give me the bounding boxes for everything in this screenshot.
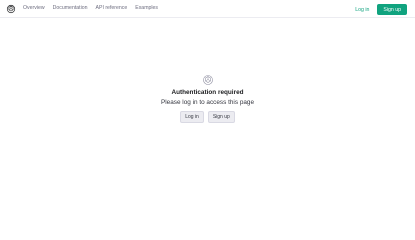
nav-overview[interactable]: Overview bbox=[23, 5, 45, 11]
auth-required-panel: Authentication required Please log in to… bbox=[0, 74, 415, 123]
nav-api-reference[interactable]: API reference bbox=[96, 5, 128, 11]
openai-logo-icon[interactable] bbox=[6, 4, 16, 14]
auth-actions: Log in Sign up bbox=[180, 111, 235, 123]
header-login-link[interactable]: Log in bbox=[355, 7, 369, 13]
nav-documentation[interactable]: Documentation bbox=[53, 5, 88, 11]
signup-button[interactable]: Sign up bbox=[207, 111, 235, 123]
nav-examples[interactable]: Examples bbox=[135, 5, 158, 11]
login-button[interactable]: Log in bbox=[180, 111, 204, 123]
openai-logo-icon bbox=[202, 75, 213, 85]
header-signup-button[interactable]: Sign up bbox=[377, 4, 407, 15]
auth-title: Authentication required bbox=[171, 89, 244, 96]
auth-subtitle: Please log in to access this page bbox=[160, 99, 255, 106]
header-actions: Log in Sign up bbox=[355, 4, 407, 15]
primary-nav: Overview Documentation API reference Exa… bbox=[23, 5, 158, 11]
top-navigation-bar: Overview Documentation API reference Exa… bbox=[0, 0, 415, 18]
